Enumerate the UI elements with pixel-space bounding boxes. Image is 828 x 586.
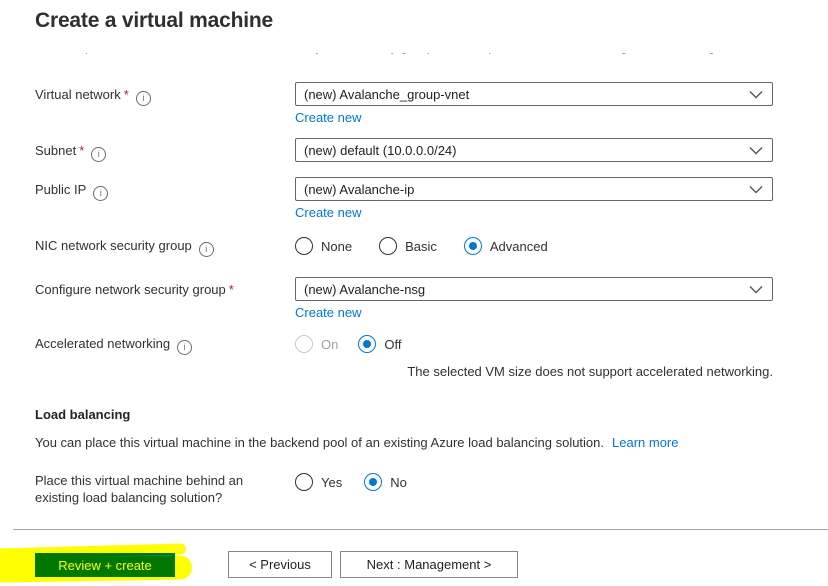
- radio-advanced[interactable]: Advanced: [463, 237, 548, 255]
- info-icon[interactable]: i: [177, 340, 193, 355]
- load-balancing-heading: Load balancing: [35, 407, 131, 422]
- public-ip-value: (new) Avalanche-ip: [304, 181, 415, 197]
- virtual-network-value: (new) Avalanche_group-vnet: [304, 86, 470, 102]
- required-marker: *: [123, 87, 129, 102]
- public-ip-dropdown[interactable]: (new) Avalanche-ip: [295, 177, 773, 201]
- row-configure-nsg: Configure network security group * (new) …: [35, 277, 773, 320]
- clipped-paragraph: ports, inbound and outbound connectivity…: [35, 53, 773, 59]
- radio-none[interactable]: None: [295, 237, 352, 255]
- chevron-down-icon: [749, 286, 763, 294]
- configure-nsg-value: (new) Avalanche-nsg: [304, 281, 426, 297]
- row-nic-nsg: NIC network security group i None Basic A…: [35, 235, 773, 257]
- radio-circle-icon: [295, 237, 313, 255]
- create-vm-page: Create a virtual machine ports, inbound …: [0, 0, 828, 506]
- review-create-button[interactable]: Review + create: [35, 553, 175, 577]
- required-marker: *: [79, 143, 85, 158]
- nic-nsg-label: NIC network security group i: [35, 235, 287, 257]
- subnet-value: (new) default (10.0.0.0/24): [304, 142, 457, 158]
- configure-nsg-create-new-link[interactable]: Create new: [295, 305, 361, 320]
- subnet-label: Subnet * i: [35, 138, 287, 162]
- radio-yes[interactable]: Yes: [295, 473, 342, 491]
- load-balancing-question-label: Place this virtual machine behind an exi…: [35, 473, 244, 505]
- info-icon[interactable]: i: [135, 91, 151, 106]
- virtual-network-create-new-link[interactable]: Create new: [295, 110, 361, 125]
- next-management-button[interactable]: Next : Management >: [340, 551, 518, 578]
- virtual-network-dropdown[interactable]: (new) Avalanche_group-vnet: [295, 82, 773, 106]
- page-title: Create a virtual machine: [35, 9, 273, 32]
- radio-disabled-icon: [295, 335, 313, 353]
- configure-nsg-dropdown[interactable]: (new) Avalanche-nsg: [295, 277, 773, 301]
- radio-on: On: [295, 335, 338, 353]
- chevron-down-icon: [749, 186, 763, 194]
- row-subnet: Subnet * i (new) default (10.0.0.0/24): [35, 138, 773, 162]
- chevron-down-icon: [749, 147, 763, 155]
- info-icon[interactable]: i: [198, 242, 214, 257]
- public-ip-create-new-link[interactable]: Create new: [295, 205, 361, 220]
- nic-nsg-radio-group: None Basic Advanced: [295, 235, 773, 255]
- info-icon[interactable]: i: [93, 186, 109, 201]
- info-icon[interactable]: i: [91, 147, 107, 162]
- radio-circle-icon: [295, 473, 313, 491]
- row-public-ip: Public IP i (new) Avalanche-ip Create new: [35, 177, 773, 220]
- configure-nsg-label: Configure network security group *: [35, 282, 234, 297]
- radio-selected-icon: [358, 335, 377, 353]
- row-accelerated-networking: Accelerated networking i On Off The selec…: [35, 333, 773, 379]
- accelerated-networking-label: Accelerated networking i: [35, 333, 287, 355]
- radio-off[interactable]: Off: [358, 335, 401, 353]
- public-ip-label: Public IP i: [35, 177, 287, 201]
- previous-button[interactable]: < Previous: [228, 551, 332, 578]
- radio-no[interactable]: No: [364, 473, 407, 491]
- radio-selected-icon: [364, 473, 383, 491]
- accelerated-networking-radio-group: On Off: [295, 333, 773, 353]
- virtual-network-label: Virtual network * i: [35, 82, 287, 106]
- required-marker: *: [228, 282, 234, 297]
- learn-more-link[interactable]: Learn more: [612, 435, 678, 450]
- subnet-dropdown[interactable]: (new) default (10.0.0.0/24): [295, 138, 773, 162]
- row-load-balancing-question: Place this virtual machine behind an exi…: [35, 471, 773, 506]
- radio-selected-icon: [463, 237, 482, 255]
- radio-basic[interactable]: Basic: [379, 237, 437, 255]
- load-balancing-description: You can place this virtual machine in th…: [35, 435, 679, 450]
- radio-circle-icon: [379, 237, 398, 255]
- row-virtual-network: Virtual network * i (new) Avalanche_group-…: [35, 82, 773, 125]
- chevron-down-icon: [749, 91, 763, 99]
- load-balancing-radio-group: Yes No: [295, 471, 773, 491]
- footer-divider: [13, 529, 828, 530]
- accelerated-networking-note: The selected VM size does not support ac…: [407, 364, 773, 379]
